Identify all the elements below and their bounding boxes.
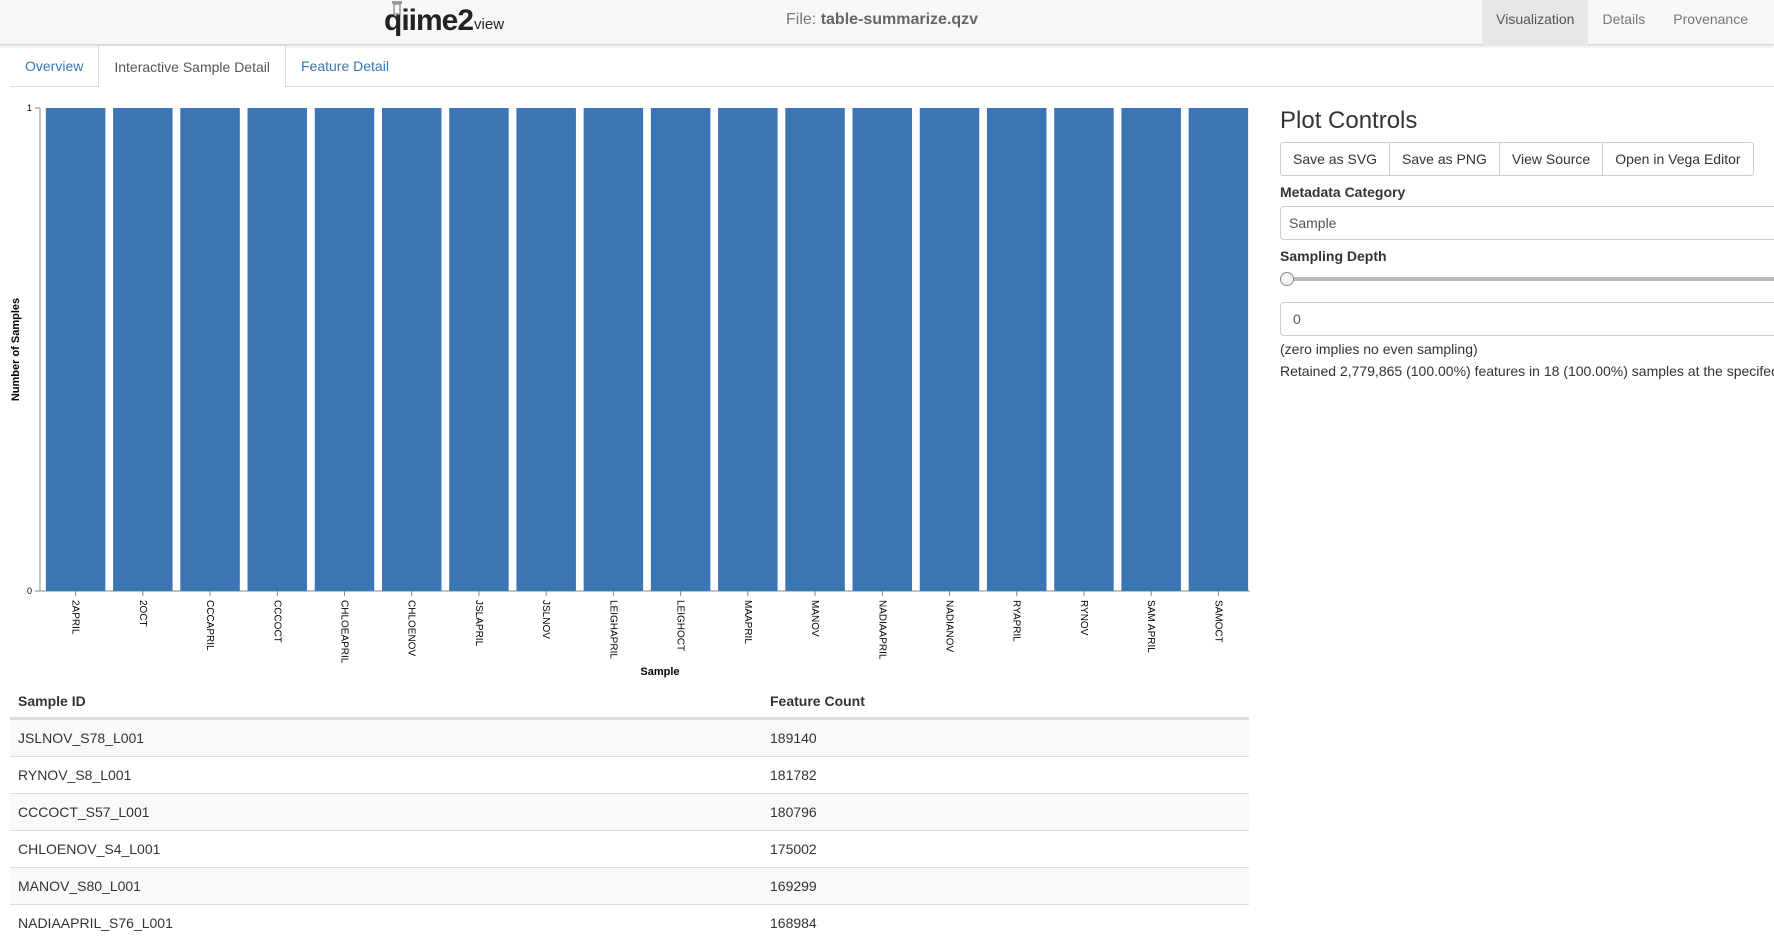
sample-bar-chart: 0 1 2APRIL 2OCT CCCAPRIL CCCOCT CHLOEAPRIL CHLO… (10, 103, 1250, 678)
header-feature-count[interactable]: Feature Count (762, 693, 1249, 709)
bar (718, 108, 778, 591)
save-png-button[interactable]: Save as PNG (1389, 142, 1500, 176)
x-tick-label: 2OCT (137, 600, 148, 627)
x-tick-label: LEIGHOCT (675, 600, 686, 651)
plot-controls-panel: Plot Controls Save as SVG Save as PNG Vi… (1280, 104, 1774, 380)
sampling-note: (zero implies no even sampling) (1280, 341, 1478, 357)
nav-provenance[interactable]: Provenance (1659, 0, 1762, 45)
bar (180, 108, 240, 591)
bar (1121, 108, 1181, 591)
x-tick-label: NADIANOV (944, 600, 955, 653)
bar (785, 108, 845, 591)
nav-visualization[interactable]: Visualization (1482, 0, 1589, 45)
nav-details[interactable]: Details (1588, 0, 1659, 45)
bar (852, 108, 913, 591)
x-tick-label: SAMOCT (1212, 600, 1223, 643)
x-tick-label: MANOV (809, 600, 820, 637)
bar (381, 108, 442, 591)
cell-sample-id: RYNOV_S8_L001 (18, 767, 132, 783)
y-axis-title: Number of Samples (10, 298, 22, 401)
table-row: CHLOENOV_S4_L001 175002 (10, 830, 1249, 867)
x-tick-label: CHLOENOV (406, 600, 417, 656)
bar (113, 108, 173, 591)
metadata-category-select[interactable]: Sample (1280, 206, 1774, 240)
x-tick-label: LEIGHAPRIL (607, 600, 618, 659)
cell-sample-id: NADIAAPRIL_S76_L001 (18, 915, 173, 931)
header-sample-id[interactable]: Sample ID (10, 693, 762, 709)
x-tick-label: 2APRIL (70, 600, 81, 635)
table-header: Sample ID Feature Count (10, 684, 1249, 719)
file-prefix: File: (786, 11, 817, 28)
x-tick-label: CHLOEAPRIL (339, 600, 350, 664)
file-title: File: table-summarize.qzv (786, 11, 978, 29)
x-tick-label: JSLNOV (540, 600, 551, 639)
bar (449, 108, 509, 591)
cell-feature-count: 189140 (770, 730, 817, 746)
logo-view-text: view (474, 16, 505, 33)
x-tick-label: SAM APRIL (1145, 600, 1156, 653)
slider-track[interactable] (1280, 277, 1774, 281)
save-svg-button[interactable]: Save as SVG (1280, 142, 1391, 176)
sampling-depth-slider[interactable] (1280, 270, 1774, 288)
tab-interactive-sample-detail[interactable]: Interactive Sample Detail (98, 45, 286, 88)
bar (986, 108, 1047, 591)
cell-feature-count: 168984 (770, 915, 817, 931)
retained-summary: Retained 2,779,865 (100.00%) features in… (1280, 363, 1774, 379)
x-tick-label: CCCAPRIL (204, 600, 215, 651)
tab-bar: Overview Interactive Sample Detail Featu… (10, 45, 1774, 88)
y-tick-label: 1 (27, 103, 32, 113)
cell-feature-count: 181782 (770, 767, 817, 783)
export-button-group: Save as SVG Save as PNG View Source Open… (1280, 142, 1774, 176)
qiime2-view-logo[interactable]: qiime2 view (384, 1, 505, 39)
cell-feature-count: 175002 (770, 841, 817, 857)
table-row: JSLNOV_S78_L001 189140 (10, 719, 1249, 756)
tab-overview[interactable]: Overview (10, 45, 98, 87)
sample-table: Sample ID Feature Count JSLNOV_S78_L001 … (10, 684, 1249, 941)
table-row: NADIAAPRIL_S76_L001 168984 (10, 904, 1249, 941)
tab-feature-detail[interactable]: Feature Detail (286, 45, 404, 87)
slider-thumb[interactable] (1280, 272, 1294, 286)
cell-sample-id: CCCOCT_S57_L001 (18, 804, 150, 820)
table-row: RYNOV_S8_L001 181782 (10, 756, 1249, 793)
cell-feature-count: 180796 (770, 804, 817, 820)
bar (1188, 108, 1249, 591)
x-axis-title: Sample (640, 666, 679, 678)
open-vega-editor-button[interactable]: Open in Vega Editor (1602, 142, 1754, 176)
sampling-depth-input[interactable]: 0 (1280, 302, 1774, 336)
plot-controls-title: Plot Controls (1280, 107, 1418, 134)
x-tick-label: RYAPRIL (1011, 600, 1022, 642)
table-row: CCCOCT_S57_L001 180796 (10, 793, 1249, 830)
y-tick-label: 0 (27, 586, 32, 596)
bar (650, 108, 711, 591)
bar (247, 108, 308, 591)
bar (583, 108, 644, 591)
view-source-button[interactable]: View Source (1498, 142, 1604, 176)
top-navbar: qiime2 view File: table-summarize.qzv Vi… (0, 0, 1774, 45)
sampling-depth-label: Sampling Depth (1280, 248, 1387, 264)
bar (516, 108, 576, 591)
x-tick-label: CCCOCT (271, 600, 282, 643)
file-name: table-summarize.qzv (820, 11, 979, 28)
metadata-category-label: Metadata Category (1280, 184, 1406, 200)
bar (45, 108, 106, 591)
logo-flask-icon (392, 1, 402, 15)
cell-sample-id: JSLNOV_S78_L001 (18, 730, 145, 746)
bar (919, 108, 980, 591)
x-tick-label: JSLAPRIL (473, 600, 484, 647)
cell-sample-id: MANOV_S80_L001 (18, 878, 141, 894)
nav-links: Visualization Details Provenance (1482, 0, 1774, 45)
bar (1054, 108, 1114, 591)
x-tick-label: NADIAAPRIL (876, 600, 887, 660)
bar (314, 108, 375, 591)
cell-feature-count: 169299 (770, 878, 817, 894)
x-tick-label: MAAPRIL (742, 600, 753, 644)
cell-sample-id: CHLOENOV_S4_L001 (18, 841, 161, 857)
x-tick-label: RYNOV (1078, 600, 1089, 636)
table-row: MANOV_S80_L001 169299 (10, 867, 1249, 904)
